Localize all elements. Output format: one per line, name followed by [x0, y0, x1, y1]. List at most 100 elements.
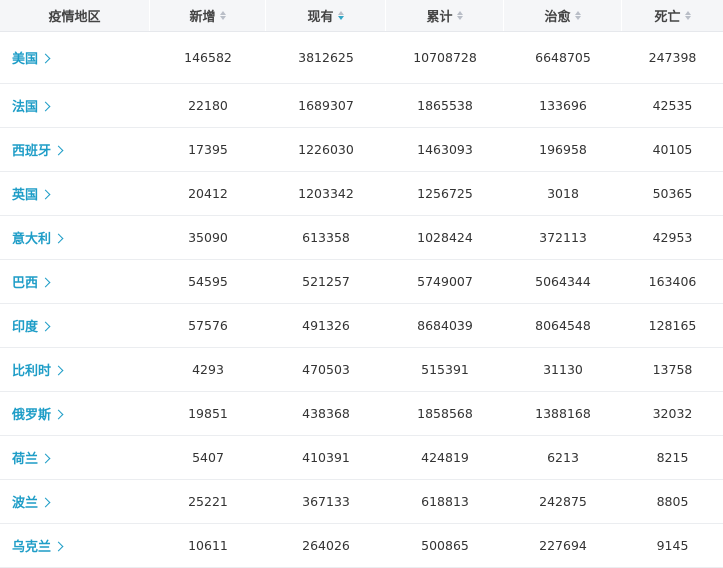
cell-cured: 31130: [543, 362, 583, 377]
cell-new: 4293: [192, 362, 224, 377]
region-name: 意大利: [12, 232, 52, 247]
column-header-region: 疫情地区: [0, 0, 150, 31]
region-name: 巴西: [12, 276, 39, 291]
cell-dead: 50365: [652, 186, 693, 201]
column-header-current[interactable]: 现有: [266, 0, 386, 31]
column-header-dead[interactable]: 死亡: [622, 0, 723, 31]
cell-dead: 42535: [652, 98, 693, 113]
chevron-right-icon: [40, 53, 51, 63]
chevron-right-icon: [53, 365, 64, 375]
cell-total: 1865538: [417, 98, 473, 113]
table-row: 意大利 35090 613358 1028424 372113 42953: [0, 216, 723, 260]
region-link[interactable]: 西班牙: [0, 128, 150, 171]
cell-new: 20412: [188, 186, 228, 201]
cell-current: 613358: [302, 230, 350, 245]
region-link[interactable]: 印度: [0, 304, 150, 347]
chevron-right-icon: [40, 189, 51, 199]
table-row: 印度 57576 491326 8684039 8064548 128165: [0, 304, 723, 348]
cell-dead: 8215: [656, 450, 689, 465]
cell-cured: 242875: [539, 494, 587, 509]
cell-cured: 133696: [539, 98, 587, 113]
region-name: 波兰: [12, 496, 39, 511]
cell-current: 1689307: [298, 98, 354, 113]
region-name: 比利时: [12, 364, 52, 379]
sort-icon: [684, 10, 691, 21]
cell-new: 35090: [188, 230, 228, 245]
region-link[interactable]: 美国: [0, 32, 150, 83]
chevron-right-icon: [40, 497, 51, 507]
chevron-right-icon: [53, 409, 64, 419]
cell-current: 367133: [302, 494, 350, 509]
chevron-right-icon: [53, 541, 64, 551]
cell-total: 8684039: [417, 318, 473, 333]
cell-total: 500865: [421, 538, 469, 553]
table-row: 乌克兰 10611 264026 500865 227694 9145: [0, 524, 723, 568]
sort-icon: [219, 10, 226, 21]
table-row: 荷兰 5407 410391 424819 6213 8215: [0, 436, 723, 480]
cell-dead: 247398: [648, 50, 697, 65]
cell-cured: 6213: [547, 450, 579, 465]
table-row: 西班牙 17395 1226030 1463093 196958 40105: [0, 128, 723, 172]
cell-cured: 196958: [539, 142, 587, 157]
region-link[interactable]: 意大利: [0, 216, 150, 259]
region-link[interactable]: 俄罗斯: [0, 392, 150, 435]
column-header-new[interactable]: 新增: [150, 0, 266, 31]
cell-new: 57576: [188, 318, 228, 333]
sort-desc-icon: [337, 10, 344, 21]
cell-new: 146582: [184, 50, 232, 65]
cell-dead: 40105: [652, 142, 693, 157]
table-header: 疫情地区 新增 现有 累计 治愈 死亡: [0, 0, 723, 32]
cell-total: 424819: [421, 450, 469, 465]
region-link[interactable]: 法国: [0, 84, 150, 127]
cell-current: 1226030: [298, 142, 354, 157]
table-row: 俄罗斯 19851 438368 1858568 1388168 32032: [0, 392, 723, 436]
table-row: 巴西 54595 521257 5749007 5064344 163406: [0, 260, 723, 304]
region-link[interactable]: 波兰: [0, 480, 150, 523]
table-row: 美国 146582 3812625 10708728 6648705 247398: [0, 32, 723, 84]
chevron-right-icon: [40, 101, 51, 111]
chevron-right-icon: [40, 277, 51, 287]
region-link[interactable]: 荷兰: [0, 436, 150, 479]
cell-new: 19851: [188, 406, 228, 421]
cell-total: 1256725: [417, 186, 473, 201]
region-link[interactable]: 比利时: [0, 348, 150, 391]
region-name: 美国: [12, 52, 39, 67]
sort-icon: [456, 10, 463, 21]
cell-cured: 1388168: [535, 406, 591, 421]
cell-dead: 13758: [652, 362, 693, 377]
region-name: 俄罗斯: [12, 408, 52, 423]
cell-current: 491326: [302, 318, 350, 333]
column-header-total[interactable]: 累计: [386, 0, 504, 31]
chevron-right-icon: [53, 145, 64, 155]
column-header-label: 疫情地区: [48, 10, 101, 25]
region-name: 西班牙: [12, 144, 52, 159]
column-header-label: 累计: [426, 10, 453, 25]
column-header-label: 治愈: [544, 10, 571, 25]
cell-new: 54595: [188, 274, 228, 289]
region-name: 印度: [12, 320, 39, 335]
cell-cured: 372113: [539, 230, 587, 245]
table-row: 比利时 4293 470503 515391 31130 13758: [0, 348, 723, 392]
region-link[interactable]: 巴西: [0, 260, 150, 303]
cell-dead: 8805: [656, 494, 689, 509]
chevron-right-icon: [40, 321, 51, 331]
region-link[interactable]: 英国: [0, 172, 150, 215]
cell-new: 17395: [188, 142, 228, 157]
cell-total: 1028424: [417, 230, 473, 245]
table-row: 波兰 25221 367133 618813 242875 8805: [0, 480, 723, 524]
column-header-label: 死亡: [654, 10, 681, 25]
cell-cured: 3018: [547, 186, 579, 201]
cell-total: 515391: [421, 362, 469, 377]
region-link[interactable]: 乌克兰: [0, 524, 150, 567]
cell-current: 438368: [302, 406, 350, 421]
table-body: 美国 146582 3812625 10708728 6648705 247398 法国 22…: [0, 32, 723, 568]
cell-current: 470503: [302, 362, 350, 377]
cell-total: 1463093: [417, 142, 473, 157]
region-name: 荷兰: [12, 452, 39, 467]
cell-current: 264026: [302, 538, 350, 553]
cell-current: 1203342: [298, 186, 354, 201]
region-name: 法国: [12, 100, 39, 115]
column-header-cured[interactable]: 治愈: [504, 0, 622, 31]
table-row: 法国 22180 1689307 1865538 133696 42535: [0, 84, 723, 128]
cell-dead: 9145: [656, 538, 689, 553]
